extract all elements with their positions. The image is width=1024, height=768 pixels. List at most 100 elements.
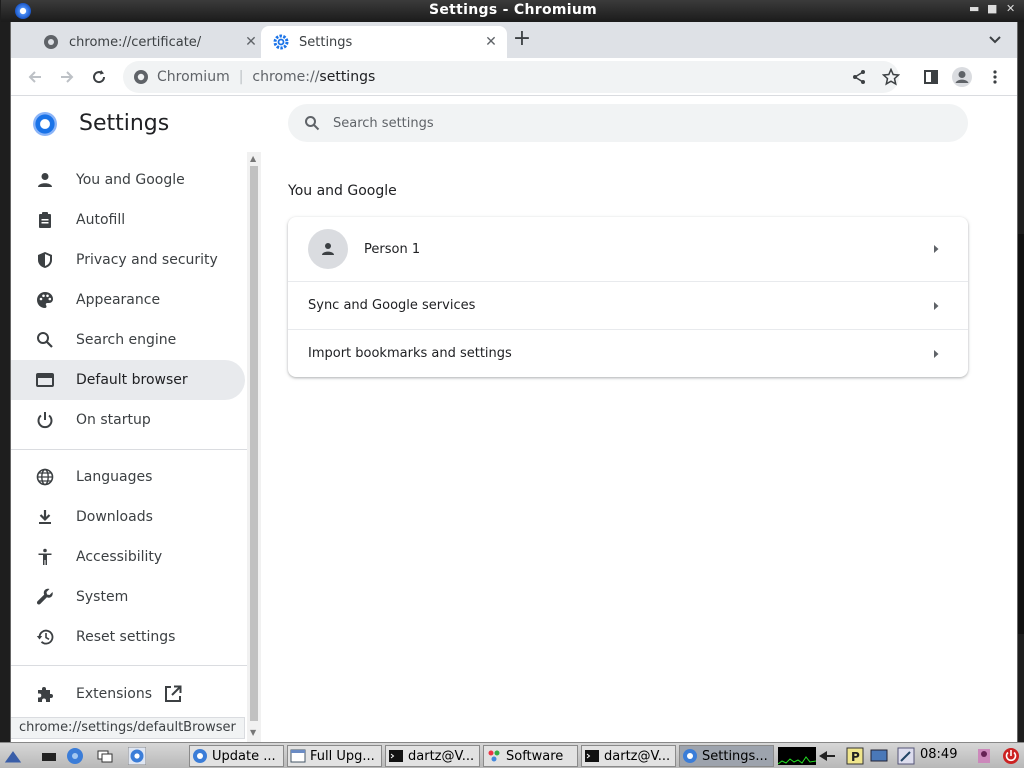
search-bar[interactable] [288, 104, 968, 142]
row-person[interactable]: Person 1 [288, 217, 968, 281]
open-in-new-icon [164, 685, 182, 703]
omnibox-separator: | [238, 69, 244, 85]
side-panel-icon [924, 70, 938, 84]
globe-icon [35, 467, 55, 487]
search-input[interactable] [333, 115, 933, 131]
sidebar-item-languages[interactable]: Languages [11, 457, 245, 497]
arrow-right-icon [934, 349, 939, 358]
row-import[interactable]: Import bookmarks and settings [288, 330, 968, 377]
windows-launcher-icon[interactable] [96, 747, 114, 765]
taskbar-item-terminal-1[interactable]: dartz@V... [385, 745, 480, 767]
scrollbar-thumb[interactable] [250, 166, 258, 721]
minimize-icon[interactable]: ▬ [969, 2, 979, 15]
address-bar[interactable]: Chromium | chrome:// settings [123, 61, 899, 93]
chromium-launcher-icon[interactable] [128, 747, 146, 765]
maximize-icon[interactable]: ■ [987, 2, 997, 15]
taskbar: Update ... Full Upg... dartz@V... Softwa… [0, 742, 1024, 768]
taskbar-item-software[interactable]: Software [483, 745, 578, 767]
sidebar-item-search-engine[interactable]: Search engine [11, 320, 245, 360]
forward-button[interactable] [55, 65, 79, 89]
taskbar-item-terminal-2[interactable]: dartz@V... [581, 745, 676, 767]
close-tab-icon[interactable]: ✕ [241, 34, 261, 50]
sidebar-item-label: Privacy and security [76, 252, 218, 268]
clock: 08:49 [920, 747, 958, 762]
tab-strip: chrome://certificate/ ✕ Settings ✕ + [11, 22, 1017, 58]
clipboard-icon [35, 210, 55, 230]
sidebar-item-appearance[interactable]: Appearance [11, 280, 245, 320]
taskbar-item-settings[interactable]: Settings... [679, 745, 774, 767]
chromium-icon [682, 748, 698, 764]
row-sync[interactable]: Sync and Google services [288, 282, 968, 329]
avatar [308, 229, 348, 269]
sidebar-scrollbar[interactable]: ▲ ▼ [247, 152, 261, 742]
browser-launcher-icon[interactable] [66, 747, 84, 765]
star-icon [882, 68, 900, 86]
close-tab-icon[interactable]: ✕ [481, 34, 501, 50]
wrench-icon [35, 587, 55, 607]
toolbar: Chromium | chrome:// settings [11, 58, 1017, 96]
taskbar-item-full-upgrade[interactable]: Full Upg... [287, 745, 382, 767]
chromium-icon [192, 748, 208, 764]
tab-certificate[interactable]: chrome://certificate/ ✕ [31, 26, 267, 58]
browser-window: Settings - Chromium ▬ ■ ✕ chrome://certi… [1, 0, 1024, 742]
side-panel-button[interactable] [919, 65, 943, 89]
sidebar-item-you-and-google[interactable]: You and Google [11, 160, 245, 200]
taskbar-label: Full Upg... [310, 748, 375, 764]
history-icon [35, 627, 55, 647]
menu-button[interactable] [983, 65, 1007, 89]
person-icon [322, 243, 334, 255]
chevron-down-icon[interactable] [987, 31, 1003, 47]
url-scheme: chrome:// [252, 69, 320, 85]
sidebar-item-privacy[interactable]: Privacy and security [11, 240, 245, 280]
row-label: Import bookmarks and settings [308, 346, 512, 361]
sidebar-item-extensions[interactable]: Extensions [11, 674, 245, 714]
forward-arrow-icon [61, 71, 74, 83]
network-icon[interactable] [818, 747, 836, 765]
power-icon [35, 410, 55, 430]
sidebar-item-label: You and Google [76, 172, 185, 188]
scroll-down-icon[interactable]: ▼ [250, 728, 256, 737]
bookmark-button[interactable] [879, 65, 903, 89]
arrow-right-icon [934, 301, 939, 310]
back-arrow-icon [28, 71, 41, 83]
person-icon [35, 170, 55, 190]
window-title: Settings - Chromium [428, 2, 598, 18]
sidebar-item-label: Autofill [76, 212, 126, 228]
pending-updates-icon[interactable]: P [846, 747, 864, 765]
tab-settings[interactable]: Settings ✕ [261, 26, 507, 58]
avatar-icon [952, 67, 972, 87]
shield-icon [35, 250, 55, 270]
globe-icon [43, 34, 59, 50]
sidebar-item-downloads[interactable]: Downloads [11, 497, 245, 537]
user-icon[interactable] [975, 747, 993, 765]
reload-button[interactable] [87, 65, 111, 89]
show-desktop-icon[interactable] [40, 747, 58, 765]
omnibox-chip: Chromium [157, 69, 230, 85]
titlebar: Settings - Chromium ▬ ■ ✕ [1, 0, 1024, 22]
window-icon [290, 748, 306, 764]
profile-button[interactable] [950, 65, 974, 89]
sidebar-item-on-startup[interactable]: On startup [11, 400, 245, 440]
row-label: Sync and Google services [308, 298, 476, 313]
sidebar-item-default-browser[interactable]: Default browser [11, 360, 245, 400]
scroll-up-icon[interactable]: ▲ [250, 154, 256, 163]
start-menu-icon[interactable] [4, 747, 22, 765]
sidebar-item-accessibility[interactable]: Accessibility [11, 537, 245, 577]
sidebar-item-system[interactable]: System [11, 577, 245, 617]
taskbar-item-update[interactable]: Update ... [189, 745, 284, 767]
sidebar-item-label: Search engine [76, 332, 177, 348]
sidebar-item-label: Default browser [76, 372, 188, 388]
close-window-icon[interactable]: ✕ [1006, 2, 1015, 15]
tool-icon[interactable] [897, 747, 915, 765]
gear-icon [273, 34, 289, 50]
taskbar-label: Software [506, 748, 564, 764]
new-tab-button[interactable]: + [511, 28, 533, 51]
share-button[interactable] [847, 65, 871, 89]
sidebar-item-reset-settings[interactable]: Reset settings [11, 617, 245, 657]
sidebar-item-label: Downloads [76, 509, 153, 525]
power-icon[interactable] [1002, 747, 1020, 765]
display-icon[interactable] [870, 747, 888, 765]
back-button[interactable] [23, 65, 47, 89]
sidebar-item-autofill[interactable]: Autofill [11, 200, 245, 240]
tab-label: chrome://certificate/ [69, 34, 202, 50]
